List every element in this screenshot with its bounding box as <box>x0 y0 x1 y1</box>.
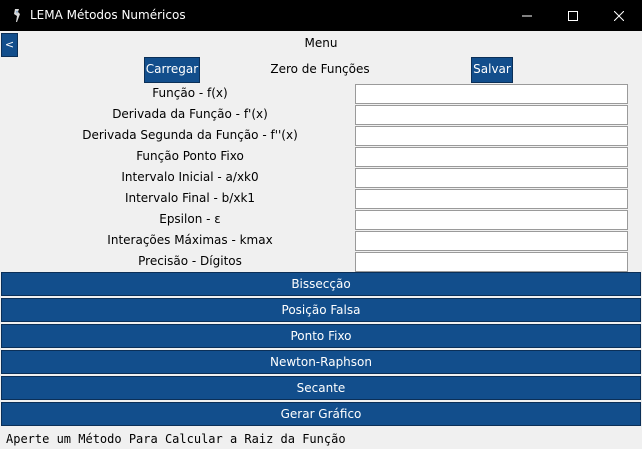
status-bar: Aperte um Método Para Calcular a Raiz da… <box>0 429 642 449</box>
initial-interval-input[interactable] <box>355 168 628 188</box>
epsilon-label: Epsilon - ε <box>159 212 221 226</box>
final-interval-input[interactable] <box>355 189 628 209</box>
derivative-input[interactable] <box>355 105 628 125</box>
python-feather-icon <box>10 8 24 23</box>
close-button[interactable] <box>596 0 642 31</box>
fixed-point-button[interactable]: Ponto Fixo <box>1 324 641 348</box>
max-iterations-label: Interações Máximas - kmax <box>107 233 273 247</box>
section-title: Zero de Funções <box>270 62 370 76</box>
second-derivative-input[interactable] <box>355 126 628 146</box>
precision-label: Precisão - Dígitos <box>138 254 242 268</box>
load-button[interactable]: Carregar <box>144 57 200 83</box>
title-bar[interactable]: LEMA Métodos Numéricos <box>0 0 642 31</box>
derivative-label: Derivada da Função - f'(x) <box>112 107 268 121</box>
second-derivative-label: Derivada Segunda da Função - f''(x) <box>82 128 298 142</box>
precision-input[interactable] <box>355 252 628 272</box>
final-interval-label: Intervalo Final - b/xk1 <box>124 191 256 205</box>
bisection-button[interactable]: Bissecção <box>1 272 641 296</box>
function-label: Função - f(x) <box>152 86 228 100</box>
close-icon <box>614 10 624 21</box>
save-button[interactable]: Salvar <box>471 57 513 83</box>
newton-raphson-button[interactable]: Newton-Raphson <box>1 350 641 374</box>
max-iterations-input[interactable] <box>355 231 628 251</box>
fixed-point-function-label: Função Ponto Fixo <box>136 149 244 163</box>
minimize-icon <box>522 15 532 16</box>
minimize-button[interactable] <box>504 0 550 31</box>
secant-button[interactable]: Secante <box>1 376 641 400</box>
false-position-button[interactable]: Posição Falsa <box>1 298 641 322</box>
generate-graph-button[interactable]: Gerar Gráfico <box>1 402 641 426</box>
fixed-point-function-input[interactable] <box>355 147 628 167</box>
maximize-icon <box>568 10 578 21</box>
function-input[interactable] <box>355 84 628 104</box>
menu-label: Menu <box>304 36 338 50</box>
window-title: LEMA Métodos Numéricos <box>30 8 186 22</box>
maximize-button[interactable] <box>550 0 596 31</box>
epsilon-input[interactable] <box>355 210 628 230</box>
initial-interval-label: Intervalo Inicial - a/xk0 <box>121 170 259 184</box>
